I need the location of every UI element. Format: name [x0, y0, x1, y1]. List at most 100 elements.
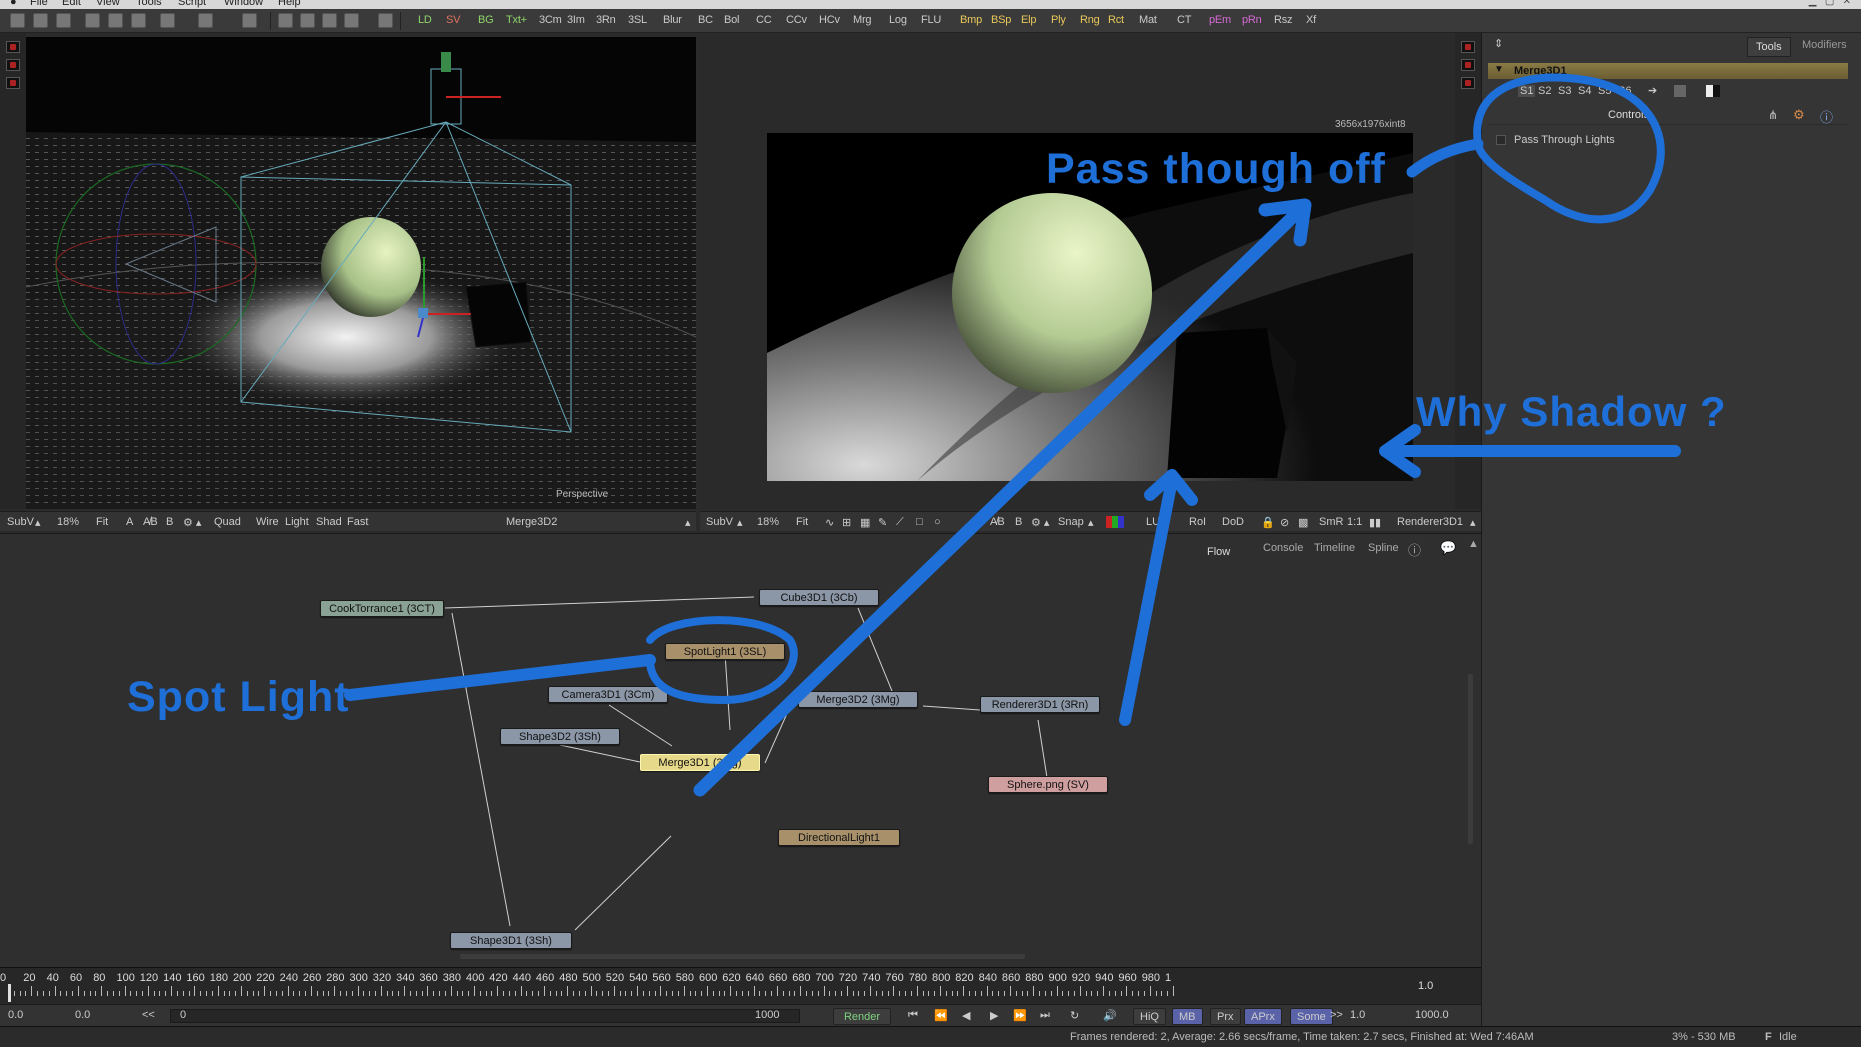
save-icon[interactable] — [56, 13, 71, 28]
flow-vertical-scrollbar[interactable] — [1468, 674, 1473, 844]
tool-button-3rn[interactable]: 3Rn — [596, 14, 616, 26]
tool-button-3im[interactable]: 3Im — [567, 14, 585, 26]
quad-view-button[interactable]: Quad — [214, 516, 241, 528]
tool-button-blur[interactable]: Blur — [663, 14, 682, 26]
gear-icon[interactable]: ⚙ — [1793, 107, 1805, 123]
tool-button-hcv[interactable]: HCv — [819, 14, 840, 26]
curve-tool-icon[interactable]: ∿ — [825, 516, 834, 529]
shadows-button[interactable]: Shad — [316, 516, 342, 528]
time-ruler[interactable]: 0 20 40 60 80 100 120 140 160 180 200 220 240 260 280 3… — [0, 967, 1481, 1004]
buffer-a-button[interactable]: A — [126, 516, 133, 528]
lighting-button[interactable]: Light — [285, 516, 309, 528]
grid-icon[interactable]: ▦ — [860, 516, 870, 529]
tool-button-cc[interactable]: CC — [756, 14, 772, 26]
current-frame[interactable]: 0 — [180, 1009, 186, 1021]
menu-file[interactable]: File — [30, 0, 48, 8]
checker-icon[interactable]: ▩ — [1298, 516, 1308, 529]
menu-tools[interactable]: Tools — [136, 0, 162, 8]
channel-icon[interactable]: ⊞ — [842, 516, 851, 529]
playhead[interactable] — [8, 984, 11, 1002]
menu-script[interactable]: Script — [178, 0, 206, 8]
view-options-icon[interactable]: ⚙ ▴ — [1031, 516, 1049, 529]
tab-tools[interactable]: Tools — [1747, 37, 1791, 57]
layout-stack-icon[interactable] — [322, 13, 337, 28]
tool-button-bc[interactable]: BC — [698, 14, 713, 26]
menu-view[interactable]: View — [96, 0, 120, 8]
undo-icon[interactable] — [160, 13, 175, 28]
tool-button-3sl[interactable]: 3SL — [628, 14, 647, 26]
render-start-field[interactable]: 0.0 — [75, 1009, 90, 1021]
right-render-viewport[interactable]: 3656x1976xint8 — [700, 37, 1480, 509]
node-cooktorrance[interactable]: CookTorrance1 (3CT) — [320, 600, 444, 617]
slot-s6[interactable]: S6 — [1618, 85, 1631, 97]
tool-button-mrg[interactable]: Mrg — [853, 14, 872, 26]
node-merge3d2[interactable]: Merge3D2 (3Mg) — [798, 691, 918, 708]
hiq-button[interactable]: HiQ — [1133, 1008, 1166, 1025]
slot-arrow-icon[interactable]: ➔ — [1648, 84, 1657, 97]
left-3d-viewport[interactable]: Perspective — [26, 37, 696, 509]
node-merge3d1[interactable]: Merge3D1 (3Mg) — [640, 754, 760, 771]
tool-button-mat[interactable]: Mat — [1139, 14, 1157, 26]
loop-icon[interactable]: ↻ — [1070, 1009, 1079, 1022]
node-cube3d[interactable]: Cube3D1 (3Cb) — [759, 589, 879, 606]
lock-icon[interactable]: 🔒 — [1261, 516, 1275, 529]
tool-button-bol[interactable]: Bol — [724, 14, 740, 26]
flow-node-editor[interactable]: Flow Console Timeline Spline ⓘ 💬 ▲ CookT… — [0, 533, 1481, 967]
dropdown-arrow-icon[interactable]: ▴ — [737, 516, 743, 529]
tool-button-rct[interactable]: Rct — [1108, 14, 1124, 26]
dropdown-arrow-icon[interactable]: ▴ — [685, 516, 691, 529]
viewer-tool-icon[interactable] — [6, 41, 20, 53]
some-button[interactable]: Some — [1290, 1008, 1333, 1025]
smr-button[interactable]: SmR — [1319, 516, 1343, 528]
cut-icon[interactable] — [85, 13, 100, 28]
slot-view-icon[interactable] — [1706, 85, 1720, 97]
panel-toggle-icon[interactable]: ⇕ — [1494, 37, 1503, 50]
viewer-tool-icon[interactable] — [1461, 77, 1475, 89]
tool-button-ld[interactable]: LD — [418, 14, 432, 26]
node-shape3d2[interactable]: Shape3D2 (3Sh) — [500, 728, 620, 745]
layout-grid-icon[interactable] — [344, 13, 359, 28]
open-file-icon[interactable] — [33, 13, 48, 28]
roi-button[interactable]: RoI — [1189, 516, 1206, 528]
menu-window[interactable]: Window — [224, 0, 263, 8]
slot-s3[interactable]: S3 — [1558, 85, 1571, 97]
node-sphere-saver[interactable]: Sphere.png (SV) — [988, 776, 1108, 793]
viewer-tool-icon[interactable] — [6, 59, 20, 71]
step-back-icon[interactable]: ⏪ — [934, 1009, 948, 1022]
fit-button[interactable]: Fit — [96, 516, 108, 528]
buffer-b-icon[interactable]: B — [1015, 516, 1022, 528]
info-icon[interactable]: ⓘ — [1820, 107, 1833, 126]
color-channel-icon[interactable] — [1106, 516, 1124, 528]
minimize-icon[interactable]: ▁ — [1809, 0, 1817, 7]
redo-icon[interactable] — [198, 13, 213, 28]
proxy-button[interactable]: Prx — [1210, 1008, 1241, 1025]
rectangle-icon[interactable]: □ — [916, 516, 923, 528]
tool-button-bsp[interactable]: BSp — [991, 14, 1011, 26]
node-spotlight[interactable]: SpotLight1 (3SL) — [665, 643, 785, 660]
snap-dropdown[interactable]: Snap — [1058, 516, 1084, 528]
buffer-b-button[interactable]: B — [166, 516, 173, 528]
subview-dropdown[interactable]: SubV — [706, 516, 733, 528]
render-end-field[interactable]: 1000 — [755, 1009, 779, 1021]
flow-horizontal-scrollbar[interactable] — [460, 954, 1025, 959]
histogram-icon[interactable]: ▮▮ — [1369, 516, 1381, 529]
play-icon[interactable]: ▶ — [990, 1009, 998, 1022]
tool-button-xf[interactable]: Xf — [1306, 14, 1316, 26]
tool-button-bg[interactable]: BG — [478, 14, 494, 26]
viewer-tool-icon[interactable] — [1461, 41, 1475, 53]
audio-icon[interactable]: 🔊 — [1103, 1009, 1117, 1022]
circle-icon[interactable]: ○ — [934, 516, 941, 528]
slot-color-icon[interactable] — [1674, 85, 1686, 97]
copy-icon[interactable] — [108, 13, 123, 28]
menu-edit[interactable]: Edit — [62, 0, 81, 8]
motion-blur-button[interactable]: MB — [1172, 1008, 1203, 1025]
step-field[interactable]: 1.0 — [1350, 1009, 1365, 1021]
dod-button[interactable]: DoD — [1222, 516, 1244, 528]
close-icon[interactable]: ✕ — [1843, 0, 1851, 7]
slot-s2[interactable]: S2 — [1538, 85, 1551, 97]
menu-help[interactable]: Help — [278, 0, 301, 8]
maximize-icon[interactable]: ▢ — [1825, 0, 1834, 7]
viewer-tool-icon[interactable] — [6, 77, 20, 89]
tool-button-log[interactable]: Log — [889, 14, 907, 26]
pass-through-lights-checkbox[interactable] — [1496, 135, 1506, 145]
